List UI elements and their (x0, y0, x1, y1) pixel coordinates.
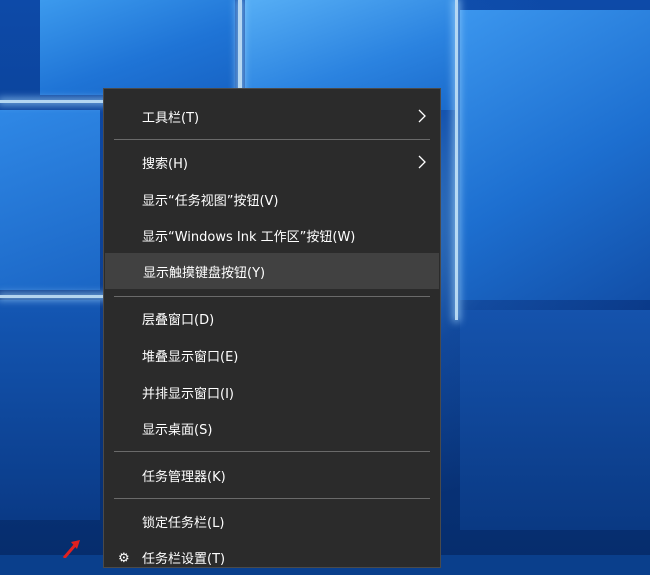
menu-item-label: 层叠窗口(D) (142, 312, 215, 328)
wallpaper-pane (460, 310, 650, 530)
menu-item-show-touch-keyboard-button[interactable]: 显示触摸键盘按钮(Y) (105, 253, 439, 289)
menu-item-task-manager[interactable]: 任务管理器(K) (104, 457, 440, 493)
menu-item-show-task-view-button[interactable]: 显示“任务视图”按钮(V) (104, 181, 440, 217)
menu-item-lock-taskbar[interactable]: 锁定任务栏(L) (104, 503, 440, 539)
taskbar-context-menu: 工具栏(T) 搜索(H) 显示“任务视图”按钮(V) 显示“Windows In… (103, 88, 441, 568)
wallpaper-pane (0, 110, 100, 290)
menu-item-label: 搜索(H) (142, 156, 188, 172)
menu-item-label: 工具栏(T) (142, 110, 200, 126)
menu-item-label: 显示触摸键盘按钮(Y) (143, 265, 266, 281)
chevron-right-icon (418, 155, 426, 169)
menu-item-toolbars[interactable]: 工具栏(T) (104, 98, 440, 134)
menu-item-cascade-windows[interactable]: 层叠窗口(D) (104, 300, 440, 336)
menu-separator (114, 296, 430, 297)
red-arrow-icon (62, 540, 80, 558)
menu-item-show-desktop[interactable]: 显示桌面(S) (104, 410, 440, 446)
menu-separator (114, 139, 430, 140)
menu-separator (114, 451, 430, 452)
menu-item-taskbar-settings[interactable]: ⚙ 任务栏设置(T) (104, 539, 440, 575)
menu-item-label: 任务栏设置(T) (142, 551, 226, 567)
wallpaper-pane (460, 10, 650, 300)
menu-item-label: 并排显示窗口(I) (142, 386, 234, 402)
wallpaper-light-beam (455, 0, 458, 320)
gear-icon: ⚙ (118, 551, 130, 566)
chevron-right-icon (418, 109, 426, 123)
menu-item-search[interactable]: 搜索(H) (104, 144, 440, 180)
menu-item-label: 显示桌面(S) (142, 422, 213, 438)
wallpaper-light-beam (0, 295, 110, 298)
menu-item-label: 堆叠显示窗口(E) (142, 349, 239, 365)
wallpaper-pane (40, 0, 235, 95)
menu-item-label: 显示“任务视图”按钮(V) (142, 193, 279, 209)
menu-item-label: 锁定任务栏(L) (142, 515, 225, 531)
wallpaper-pane (0, 300, 100, 520)
menu-item-show-windows-ink-button[interactable]: 显示“Windows Ink 工作区”按钮(W) (104, 217, 440, 253)
menu-item-label: 任务管理器(K) (142, 469, 226, 485)
menu-item-stack-windows[interactable]: 堆叠显示窗口(E) (104, 337, 440, 373)
wallpaper-light-beam (0, 100, 110, 103)
menu-item-label: 显示“Windows Ink 工作区”按钮(W) (142, 229, 356, 245)
menu-item-side-by-side-windows[interactable]: 并排显示窗口(I) (104, 374, 440, 410)
menu-separator (114, 498, 430, 499)
